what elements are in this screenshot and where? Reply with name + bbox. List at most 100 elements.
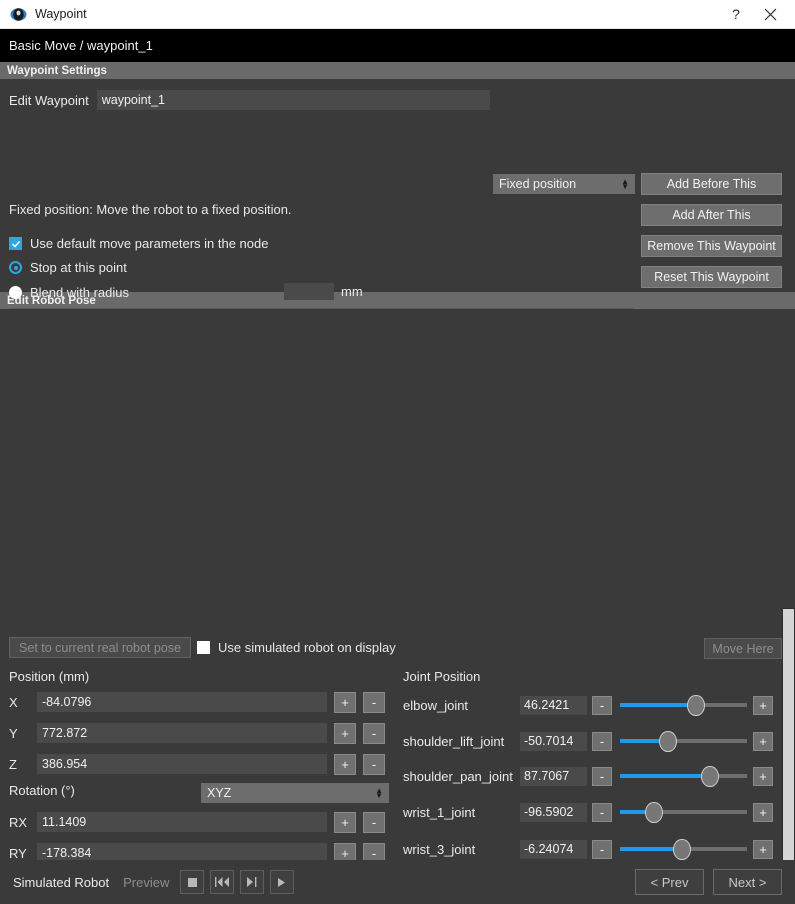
joint-value-input[interactable]: 87.7067 xyxy=(520,766,587,786)
joint-increment-button[interactable]: + xyxy=(753,695,773,715)
title-bar: Waypoint ? xyxy=(0,0,795,29)
play-icon[interactable] xyxy=(270,870,295,894)
joint-value-input[interactable]: -6.24074 xyxy=(520,839,587,859)
use-default-params-row[interactable]: Use default move parameters in the node xyxy=(9,236,268,251)
chevron-updown-icon: ▲ ▼ xyxy=(375,786,383,800)
edit-waypoint-row: Edit Waypoint xyxy=(9,90,490,110)
stop-at-point-row[interactable]: Stop at this point xyxy=(9,260,127,275)
joint-slider-fill xyxy=(620,703,697,707)
waypoint-name-input[interactable] xyxy=(96,90,490,110)
use-default-params-label: Use default move parameters in the node xyxy=(30,236,269,251)
use-simulated-robot-row[interactable]: Use simulated robot on display xyxy=(197,640,396,655)
prev-button[interactable]: < Prev xyxy=(635,869,704,895)
joint-slider-handle[interactable] xyxy=(673,839,692,860)
radio-selected-icon[interactable] xyxy=(9,261,22,274)
joint-slider-handle[interactable] xyxy=(701,766,720,787)
position-column-title: Position (mm) xyxy=(9,669,90,684)
use-simulated-robot-label: Use simulated robot on display xyxy=(218,640,396,655)
blend-radius-input[interactable] xyxy=(284,283,334,300)
joint-name-label: shoulder_pan_joint xyxy=(403,768,513,784)
joint-name-label: wrist_3_joint xyxy=(403,841,476,857)
joint-slider[interactable] xyxy=(620,766,747,787)
joint-increment-button[interactable]: + xyxy=(753,766,773,786)
position-increment-button[interactable]: + xyxy=(334,691,356,713)
joint-slider[interactable] xyxy=(620,839,747,860)
joint-slider[interactable] xyxy=(620,802,747,823)
joint-slider-handle[interactable] xyxy=(659,731,678,752)
joint-name-label: shoulder_lift_joint xyxy=(403,733,505,749)
joint-slider[interactable] xyxy=(620,695,747,716)
breadcrumb: Basic Move / waypoint_1 xyxy=(0,29,795,62)
blend-radius-row[interactable]: Blend with radius xyxy=(9,285,129,300)
add-before-button[interactable]: Add Before This xyxy=(641,173,782,195)
joint-value-input[interactable]: -50.7014 xyxy=(520,731,587,751)
joint-slider[interactable] xyxy=(620,731,747,752)
position-value-input[interactable]: 386.954 xyxy=(37,754,327,774)
rotation-type-value: XYZ xyxy=(207,786,232,800)
step-forward-icon[interactable] xyxy=(240,870,265,894)
next-button[interactable]: Next > xyxy=(713,869,782,895)
close-button[interactable] xyxy=(753,0,787,28)
stop-icon[interactable] xyxy=(180,870,205,894)
position-increment-button[interactable]: + xyxy=(334,811,356,833)
skip-to-start-icon[interactable] xyxy=(210,870,235,894)
position-axis-label: Y xyxy=(9,725,18,741)
joint-decrement-button[interactable]: - xyxy=(592,695,612,715)
joint-increment-button[interactable]: + xyxy=(753,731,773,751)
joint-decrement-button[interactable]: - xyxy=(592,766,612,786)
waypoint-settings-header: Waypoint Settings xyxy=(0,62,795,79)
joint-decrement-button[interactable]: - xyxy=(592,802,612,822)
position-axis-label: X xyxy=(9,694,18,710)
checkbox-unchecked-icon[interactable] xyxy=(197,641,210,654)
help-button[interactable]: ? xyxy=(719,0,753,28)
joint-increment-button[interactable]: + xyxy=(753,802,773,822)
move-here-button[interactable]: Move Here xyxy=(704,638,782,659)
position-value-input[interactable]: 11.1409 xyxy=(37,812,327,832)
joint-row-shoulder-pan-joint: shoulder_pan_joint 87.7067- + xyxy=(403,765,773,787)
footer-bar: Simulated Robot Preview < Prev Next > xyxy=(0,860,795,904)
position-decrement-button[interactable]: - xyxy=(363,811,385,833)
joint-name-label: elbow_joint xyxy=(403,697,469,713)
reset-waypoint-button[interactable]: Reset This Waypoint xyxy=(641,266,782,288)
add-after-button[interactable]: Add After This xyxy=(641,204,782,226)
joint-row-wrist-1-joint: wrist_1_joint -96.5902- + xyxy=(403,801,773,823)
blend-radius-label: Blend with radius xyxy=(30,285,129,300)
joint-slider-fill xyxy=(620,774,711,778)
joint-value-input[interactable]: -96.5902 xyxy=(520,802,587,822)
joint-decrement-button[interactable]: - xyxy=(592,839,612,859)
waypoint-type-dropdown[interactable]: Fixed position ▲ ▼ xyxy=(493,174,635,194)
position-row-z: Z 386.954 + - xyxy=(9,753,385,775)
rotation-type-dropdown[interactable]: XYZ ▲ ▼ xyxy=(201,783,389,803)
stop-at-point-label: Stop at this point xyxy=(30,260,127,275)
position-decrement-button[interactable]: - xyxy=(363,722,385,744)
simulated-robot-label: Simulated Robot xyxy=(13,874,110,890)
position-decrement-button[interactable]: - xyxy=(363,753,385,775)
joint-decrement-button[interactable]: - xyxy=(592,731,612,751)
joint-slider-handle[interactable] xyxy=(687,695,706,716)
joint-slider-handle[interactable] xyxy=(645,802,664,823)
checkbox-checked-icon[interactable] xyxy=(9,237,22,250)
radio-unselected-icon[interactable] xyxy=(9,286,22,299)
position-axis-label: RY xyxy=(9,845,27,861)
position-decrement-button[interactable]: - xyxy=(363,691,385,713)
position-value-input[interactable]: 772.872 xyxy=(37,723,327,743)
waypoint-type-value: Fixed position xyxy=(499,177,577,191)
position-row-rx: RX 11.1409 + - xyxy=(9,811,385,833)
joint-value-input[interactable]: 46.2421 xyxy=(520,695,587,715)
joint-row-elbow-joint: elbow_joint 46.2421- + xyxy=(403,694,773,716)
position-increment-button[interactable]: + xyxy=(334,722,356,744)
joint-name-label: wrist_1_joint xyxy=(403,804,476,820)
joint-increment-button[interactable]: + xyxy=(753,839,773,859)
position-value-input[interactable]: -84.0796 xyxy=(37,692,327,712)
joint-row-wrist-3-joint: wrist_3_joint -6.24074- + xyxy=(403,838,773,860)
waypoint-description: Fixed position: Move the robot to a fixe… xyxy=(9,202,292,217)
joint-row-shoulder-lift-joint: shoulder_lift_joint -50.7014- + xyxy=(403,730,773,752)
waypoint-dialog: Waypoint ? Basic Move / waypoint_1 Waypo… xyxy=(0,0,795,904)
position-increment-button[interactable]: + xyxy=(334,753,356,775)
waypoint-action-buttons: Add Before This Add After This Remove Th… xyxy=(641,173,782,297)
rotation-label: Rotation (°) xyxy=(9,783,75,798)
window-title: Waypoint xyxy=(35,7,87,21)
remove-waypoint-button[interactable]: Remove This Waypoint xyxy=(641,235,782,257)
set-current-real-robot-pose-button[interactable]: Set to current real robot pose xyxy=(9,637,191,658)
position-row-y: Y 772.872 + - xyxy=(9,722,385,744)
